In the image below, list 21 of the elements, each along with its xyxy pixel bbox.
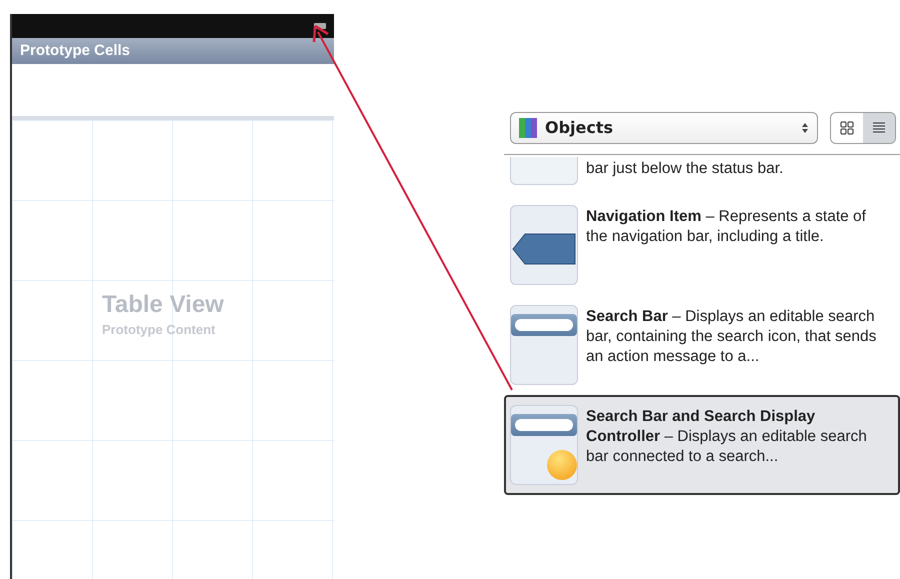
stepper-icon [801,122,809,134]
objects-dropdown[interactable]: Objects [510,112,818,144]
books-icon [519,118,537,138]
table-view-title: Table View [102,290,225,320]
navigation-item-icon [510,205,578,285]
item-description: Navigation Item – Represents a state of the navigation bar, including a title. [586,207,867,247]
library-item[interactable]: Search Bar – Displays an editable search bar, containing the search icon, that sends an action message to a... [504,295,900,395]
item-description: Search Bar and Search Display Controller – Displays an editable search bar connected to a search... [586,407,868,467]
library-item[interactable]: Navigation Item – Represents a state of the navigation bar, including a title. [504,195,900,295]
search-display-icon [510,405,578,485]
item-description: bar just below the status bar. [586,159,784,179]
list-view-button[interactable] [863,113,895,143]
list-icon [872,121,886,135]
search-bar-icon [510,305,578,385]
item-description: Search Bar – Displays an editable search bar, containing the search icon, that sends an action message to a... [586,307,878,367]
section-header-title: Prototype Cells [20,40,130,61]
library-item[interactable]: bar just below the status bar. [504,155,900,195]
bar-icon [510,157,578,185]
library-item[interactable]: Search Bar and Search Display Controller – Displays an editable search bar connected to a search... [504,395,900,495]
grid-icon [840,121,854,135]
table-view-subtitle: Prototype Content [102,321,216,339]
